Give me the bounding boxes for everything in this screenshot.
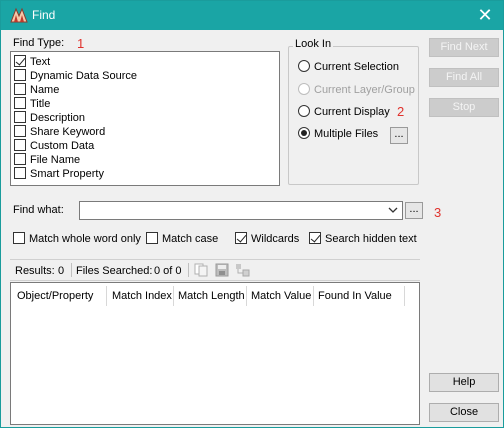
toolbar-separator <box>71 263 72 277</box>
checkbox-checked-icon[interactable] <box>235 232 247 244</box>
close-button[interactable]: Close <box>429 403 499 422</box>
find-next-button[interactable]: Find Next <box>429 38 499 57</box>
save-icon[interactable] <box>214 263 230 277</box>
radio-multiple-files[interactable]: Multiple Files <box>298 127 378 140</box>
find-what-browse-button[interactable]: ... <box>405 202 423 219</box>
column-divider[interactable] <box>404 286 405 306</box>
column-header-match-index[interactable]: Match Index <box>112 286 172 306</box>
chevron-down-icon[interactable] <box>388 205 398 215</box>
help-button[interactable]: Help <box>429 373 499 392</box>
browse-files-button[interactable]: ... <box>390 127 408 144</box>
column-header-found-in-value[interactable]: Found In Value <box>318 286 392 306</box>
checkbox-checked-icon[interactable] <box>309 232 321 244</box>
checkbox-icon[interactable] <box>14 153 26 165</box>
find-type-list[interactable]: Text Dynamic Data Source Name Title Desc… <box>10 51 280 186</box>
column-header-match-value[interactable]: Match Value <box>251 286 311 306</box>
app-icon <box>10 7 28 23</box>
find-type-label: Find Type: <box>13 37 65 49</box>
checkbox-icon[interactable] <box>14 83 26 95</box>
annotation-marker-1: 1 <box>77 36 85 51</box>
search-hidden-text-checkbox[interactable]: Search hidden text <box>309 232 417 245</box>
find-what-label: Find what: <box>13 204 64 216</box>
radio-icon <box>298 83 310 95</box>
radio-current-layer-group: Current Layer/Group <box>298 83 415 96</box>
checkbox-icon[interactable] <box>14 111 26 123</box>
files-searched-label: Files Searched: <box>76 265 153 277</box>
checkbox-checked-icon[interactable] <box>14 55 26 67</box>
find-all-button[interactable]: Find All <box>429 68 499 87</box>
export-icon[interactable] <box>235 263 251 277</box>
checkbox-icon[interactable] <box>14 97 26 109</box>
find-type-item-title[interactable]: Title <box>14 97 50 111</box>
find-what-input[interactable] <box>79 201 403 220</box>
find-type-item-text[interactable]: Text <box>14 55 50 69</box>
find-type-item-share-keyword[interactable]: Share Keyword <box>14 125 105 139</box>
radio-current-selection[interactable]: Current Selection <box>298 60 399 73</box>
look-in-title: Look In <box>293 38 334 50</box>
files-searched-count: 0 of 0 <box>154 265 182 277</box>
checkbox-icon[interactable] <box>146 232 158 244</box>
close-window-button[interactable]: ✕ <box>475 4 495 26</box>
column-divider[interactable] <box>106 286 107 306</box>
copy-icon[interactable] <box>194 263 210 277</box>
results-label: Results: <box>15 265 55 277</box>
radio-selected-icon[interactable] <box>298 127 310 139</box>
results-count: 0 <box>58 265 65 277</box>
title-bar[interactable]: Find ✕ <box>1 1 503 30</box>
checkbox-icon[interactable] <box>14 139 26 151</box>
stop-button[interactable]: Stop <box>429 98 499 117</box>
find-type-item-dynamic-data-source[interactable]: Dynamic Data Source <box>14 69 137 83</box>
column-header-match-length[interactable]: Match Length <box>178 286 245 306</box>
results-table[interactable]: Object/Property Match Index Match Length… <box>10 282 420 425</box>
checkbox-icon[interactable] <box>14 69 26 81</box>
find-type-item-custom-data[interactable]: Custom Data <box>14 139 94 153</box>
column-divider[interactable] <box>173 286 174 306</box>
toolbar-separator <box>188 263 189 277</box>
radio-icon[interactable] <box>298 60 310 72</box>
find-type-item-file-name[interactable]: File Name <box>14 153 80 167</box>
column-divider[interactable] <box>313 286 314 306</box>
find-type-item-smart-property[interactable]: Smart Property <box>14 167 104 181</box>
find-type-item-description[interactable]: Description <box>14 111 85 125</box>
window-title: Find <box>32 8 56 22</box>
radio-icon[interactable] <box>298 105 310 117</box>
column-divider[interactable] <box>246 286 247 306</box>
column-header-object-property[interactable]: Object/Property <box>17 286 93 306</box>
radio-current-display[interactable]: Current Display <box>298 105 390 118</box>
match-case-checkbox[interactable]: Match case <box>146 232 218 245</box>
wildcards-checkbox[interactable]: Wildcards <box>235 232 299 245</box>
annotation-marker-2: 2 <box>397 104 405 119</box>
checkbox-icon[interactable] <box>14 125 26 137</box>
annotation-marker-3: 3 <box>434 205 442 220</box>
find-type-item-name[interactable]: Name <box>14 83 59 97</box>
checkbox-icon[interactable] <box>13 232 25 244</box>
match-whole-word-checkbox[interactable]: Match whole word only <box>13 232 141 245</box>
find-dialog: Find ✕ Find Type: 1 Text Dynamic Data So… <box>0 0 504 428</box>
checkbox-icon[interactable] <box>14 167 26 179</box>
